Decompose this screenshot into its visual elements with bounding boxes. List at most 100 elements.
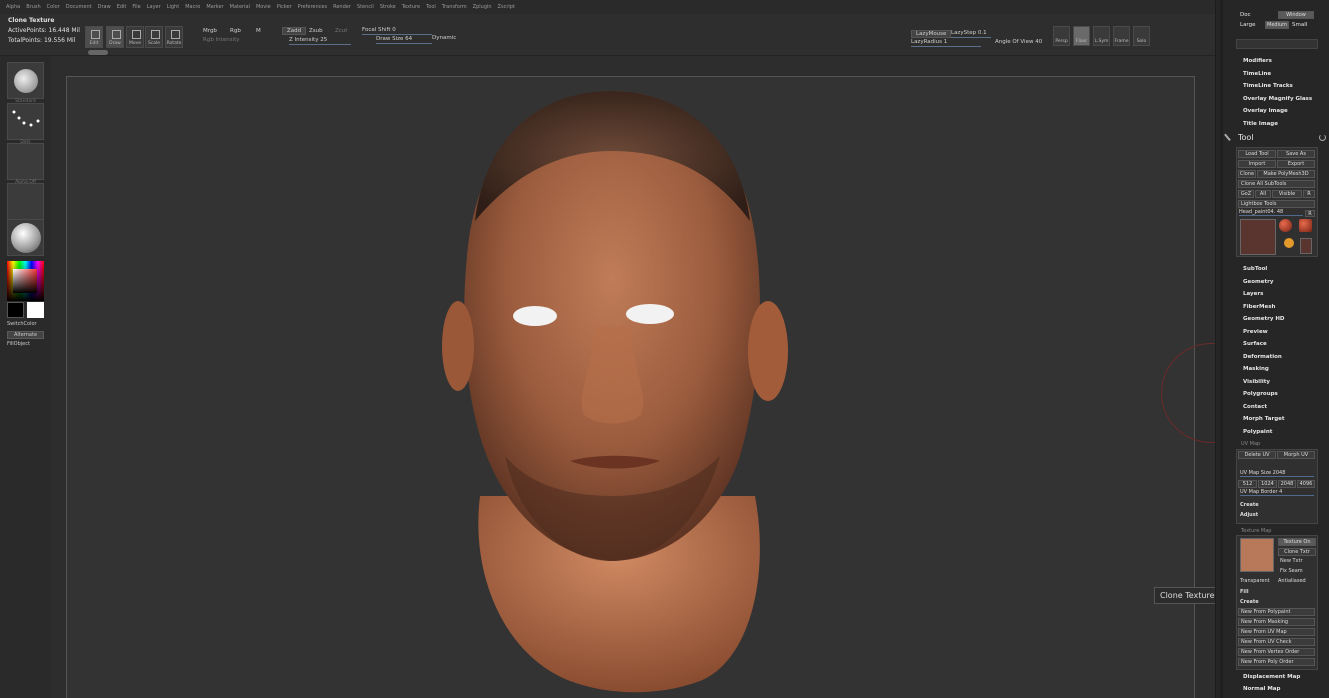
new-txtr-button[interactable]: New Txtr xyxy=(1280,558,1303,564)
menu-render[interactable]: Render xyxy=(333,4,351,10)
main-color-swatch[interactable] xyxy=(7,302,24,318)
menu-file[interactable]: File xyxy=(132,4,140,10)
menu-visibility[interactable]: Visibility xyxy=(1243,379,1270,385)
menu-morph-target[interactable]: Morph Target xyxy=(1243,416,1285,422)
scale-button[interactable]: Scale xyxy=(145,26,163,48)
menu-preferences[interactable]: Preferences xyxy=(298,4,327,10)
menu-brush[interactable]: Brush xyxy=(26,4,40,10)
menu-layer[interactable]: Layer xyxy=(147,4,161,10)
menu-contact[interactable]: Contact xyxy=(1243,404,1267,410)
stroke-picker[interactable] xyxy=(7,103,44,140)
menu-subtool[interactable]: SubTool xyxy=(1243,266,1267,272)
alternate-button[interactable]: Alternate xyxy=(7,331,44,339)
uv-map-header[interactable]: UV Map xyxy=(1241,441,1260,447)
dynamic-button[interactable]: Dynamic xyxy=(432,35,456,41)
menu-polypaint[interactable]: Polypaint xyxy=(1243,429,1272,435)
lazymouse-button[interactable]: LazyMouse xyxy=(911,30,952,38)
transparent-button[interactable]: Transparent xyxy=(1240,578,1270,584)
angle-of-view-slider[interactable]: Angle Of View 40 xyxy=(995,39,1042,45)
menu-overlay-magnify-glass[interactable]: Overlay Magnify Glass xyxy=(1243,96,1312,102)
zsub-button[interactable]: Zsub xyxy=(309,28,323,34)
menu-geometry-hd[interactable]: Geometry HD xyxy=(1243,316,1285,322)
floor-button[interactable]: Floor xyxy=(1073,26,1090,46)
menu-texture[interactable]: Texture xyxy=(402,4,420,10)
new-from-poly-order-button[interactable]: New From Poly Order xyxy=(1238,658,1315,666)
normal-map-menu[interactable]: Normal Map xyxy=(1243,686,1280,692)
menu-tool[interactable]: Tool xyxy=(426,4,436,10)
texture-picker[interactable] xyxy=(7,183,44,220)
fix-seam-button[interactable]: Fix Seam xyxy=(1280,568,1303,574)
menu-stencil[interactable]: Stencil xyxy=(357,4,374,10)
solo-button[interactable]: Solo xyxy=(1133,26,1150,46)
menu-preview[interactable]: Preview xyxy=(1243,329,1268,335)
simple-brush-icon[interactable] xyxy=(1284,238,1294,248)
brush-picker[interactable] xyxy=(7,62,44,99)
menu-document[interactable]: Document xyxy=(66,4,92,10)
menu-picker[interactable]: Picker xyxy=(277,4,292,10)
size-1024-button[interactable]: 1024 xyxy=(1258,480,1277,488)
clone-txtr-button[interactable]: Clone Txtr xyxy=(1278,548,1316,556)
menu-layers[interactable]: Layers xyxy=(1243,291,1263,297)
menu-zscript[interactable]: Zscript xyxy=(498,4,515,10)
material-picker[interactable] xyxy=(7,219,44,256)
size-4096-button[interactable]: 4096 xyxy=(1297,480,1315,488)
import-button[interactable]: Import xyxy=(1238,160,1276,168)
menu-deformation[interactable]: Deformation xyxy=(1243,354,1282,360)
canvas-scroll-handle[interactable] xyxy=(88,50,108,55)
r-button[interactable]: R xyxy=(1303,190,1315,198)
tray-scrollbar[interactable] xyxy=(1220,0,1223,698)
new-from-masking-button[interactable]: New From Masking xyxy=(1238,618,1315,626)
antialiased-button[interactable]: Antialiased xyxy=(1278,578,1306,584)
refresh-icon[interactable] xyxy=(1319,134,1326,141)
tray-search-field[interactable] xyxy=(1236,39,1318,49)
clone-button[interactable]: Clone xyxy=(1238,170,1256,178)
cylinder-tool-icon[interactable] xyxy=(1279,219,1292,232)
menu-stroke[interactable]: Stroke xyxy=(380,4,396,10)
head-model[interactable] xyxy=(50,56,1215,698)
goz-button[interactable]: GoZ xyxy=(1238,190,1254,198)
menu-overlay-image[interactable]: Overlay Image xyxy=(1243,108,1288,114)
window-button[interactable]: Window xyxy=(1278,11,1314,19)
menu-color[interactable]: Color xyxy=(47,4,60,10)
edit-button[interactable]: Edit xyxy=(85,26,103,48)
rotate-button[interactable]: Rotate xyxy=(165,26,183,48)
menu-modifiers[interactable]: Modifiers xyxy=(1243,58,1272,64)
menu-geometry[interactable]: Geometry xyxy=(1243,279,1273,285)
r-button-2[interactable]: R xyxy=(1305,210,1315,217)
menu-light[interactable]: Light xyxy=(167,4,179,10)
fill-menu[interactable]: Fill xyxy=(1240,589,1249,595)
z-intensity-slider[interactable]: Z Intensity 25 xyxy=(289,37,351,45)
menu-transform[interactable]: Transform xyxy=(442,4,467,10)
new-from-vertex-order-button[interactable]: New From Vertex Order xyxy=(1238,648,1315,656)
secondary-color-swatch[interactable] xyxy=(27,302,44,318)
visible-button[interactable]: Visible xyxy=(1272,190,1302,198)
uv-create-menu[interactable]: Create xyxy=(1240,502,1259,508)
mrgb-button[interactable]: Mrgb xyxy=(203,28,217,34)
displacement-map-menu[interactable]: Displacement Map xyxy=(1243,674,1300,680)
head-paint-slider[interactable]: Head_paint04. 48 xyxy=(1239,209,1303,216)
zcut-button[interactable]: Zcut xyxy=(335,28,347,34)
size-2048-button[interactable]: 2048 xyxy=(1278,480,1296,488)
menu-macro[interactable]: Macro xyxy=(185,4,200,10)
clone-all-subtools-button[interactable]: Clone All SubTools xyxy=(1238,180,1315,188)
persp-button[interactable]: Persp xyxy=(1053,26,1070,46)
menu-alpha[interactable]: Alpha xyxy=(6,4,20,10)
focal-shift-slider[interactable]: Focal Shift 0 xyxy=(362,27,432,35)
switch-color-button[interactable]: SwitchColor xyxy=(7,321,44,327)
menu-marker[interactable]: Marker xyxy=(206,4,223,10)
medium-button[interactable]: Medium xyxy=(1265,21,1289,29)
menu-fibermesh[interactable]: FiberMesh xyxy=(1243,304,1275,310)
menu-zplugin[interactable]: Zplugin xyxy=(473,4,492,10)
move-button[interactable]: Move xyxy=(126,26,144,48)
texture-map-header[interactable]: Texture Map xyxy=(1241,528,1271,534)
menu-masking[interactable]: Masking xyxy=(1243,366,1269,372)
menu-movie[interactable]: Movie xyxy=(256,4,271,10)
new-from-uv-map-button[interactable]: New From UV Map xyxy=(1238,628,1315,636)
uv-map-size-slider[interactable]: UV Map Size 2048 xyxy=(1240,470,1314,477)
polymesh-tool-icon[interactable] xyxy=(1299,219,1312,232)
menu-surface[interactable]: Surface xyxy=(1243,341,1267,347)
rgb-intensity-slider[interactable]: Rgb Intensity xyxy=(203,37,240,43)
large-button[interactable]: Large xyxy=(1240,22,1255,28)
menu-timeline[interactable]: TimeLine xyxy=(1243,71,1271,77)
m-button[interactable]: M xyxy=(256,28,261,34)
